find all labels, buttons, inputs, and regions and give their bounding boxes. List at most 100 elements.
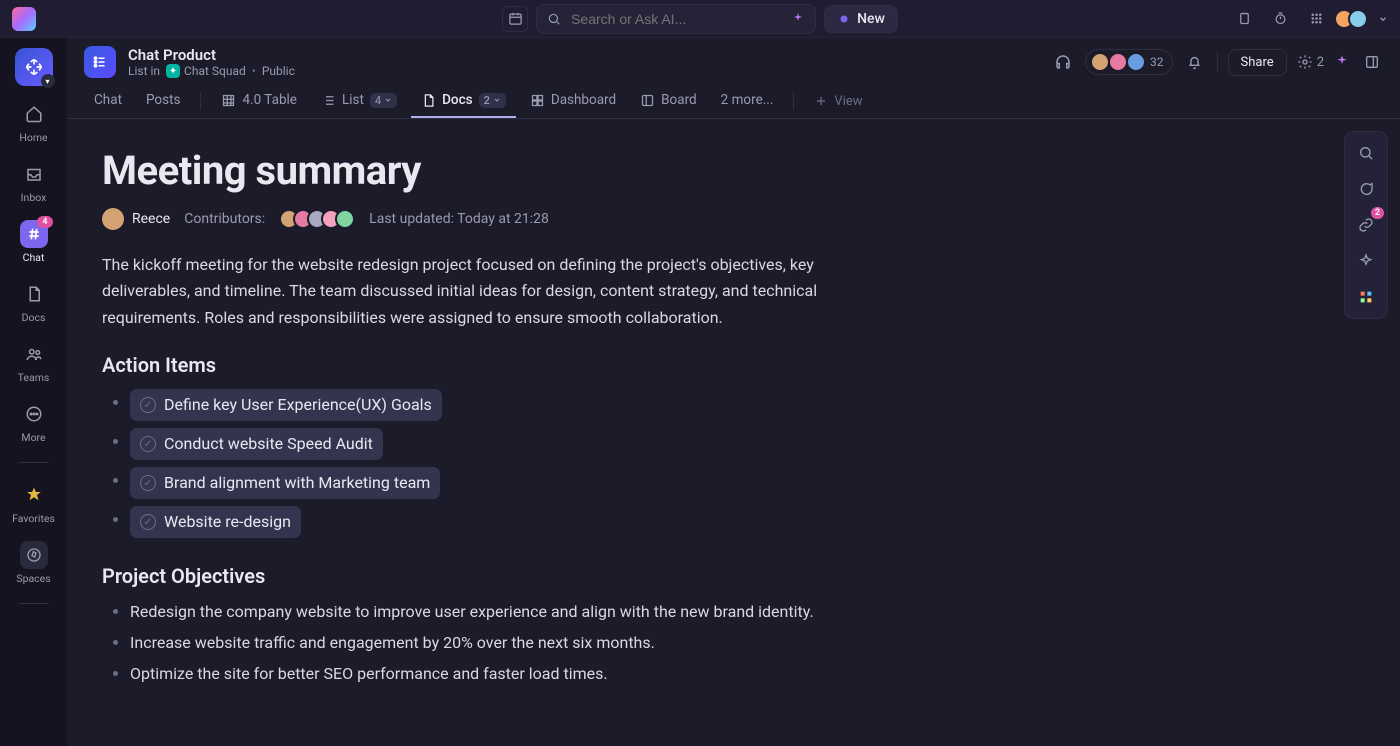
- nav-label: Home: [19, 131, 47, 144]
- rail-apps-icon[interactable]: [1351, 282, 1381, 312]
- nav-label: Inbox: [21, 191, 47, 204]
- left-nav: ▾ Home Inbox 4 Chat Docs Teams More: [0, 38, 68, 746]
- list-item[interactable]: ✓Define key User Experience(UX) Goals: [130, 389, 854, 421]
- tab-docs-count: 2: [479, 93, 506, 108]
- rail-search-icon[interactable]: [1351, 138, 1381, 168]
- tab-more[interactable]: 2 more...: [711, 84, 784, 118]
- new-button-label: New: [857, 11, 885, 27]
- doc-author[interactable]: Reece: [102, 208, 170, 230]
- share-button[interactable]: Share: [1228, 49, 1287, 76]
- ai-chip[interactable]: 2: [1297, 54, 1324, 70]
- apps-grid-icon[interactable]: [1304, 6, 1330, 32]
- plus-sparkle-icon: [837, 12, 851, 26]
- star-icon: [25, 486, 43, 504]
- tab-posts[interactable]: Posts: [136, 84, 190, 118]
- nav-badge: 4: [37, 216, 52, 228]
- clipboard-icon[interactable]: [1232, 6, 1258, 32]
- avatar: [1090, 52, 1110, 72]
- teams-icon: [25, 345, 43, 363]
- nav-item-more[interactable]: More: [9, 394, 59, 450]
- list-title[interactable]: Chat Product: [128, 46, 295, 64]
- sparkle-icon[interactable]: [1334, 54, 1350, 70]
- list-item[interactable]: Increase website traffic and engagement …: [130, 631, 854, 655]
- rail-comment-icon[interactable]: [1351, 174, 1381, 204]
- list-in-label: List in: [128, 64, 160, 78]
- dashboard-icon: [530, 93, 545, 108]
- topbar-avatar-group[interactable]: [1340, 9, 1368, 29]
- compass-icon: [26, 547, 42, 563]
- check-icon[interactable]: ✓: [140, 475, 156, 491]
- doc-summary[interactable]: The kickoff meeting for the website rede…: [102, 252, 854, 331]
- headphones-icon[interactable]: [1051, 50, 1075, 74]
- task-chip[interactable]: ✓Website re-design: [130, 506, 301, 538]
- nav-label: Chat: [23, 251, 45, 264]
- tab-list[interactable]: List 4: [311, 84, 407, 118]
- tab-dashboard[interactable]: Dashboard: [520, 84, 626, 118]
- document-scroll[interactable]: Meeting summary Reece Contributors: L: [68, 119, 1400, 746]
- topbar: New: [0, 0, 1400, 38]
- list-titles: Chat Product List in ✦ Chat Squad • Publ…: [128, 46, 295, 78]
- avatar: [335, 209, 355, 229]
- squad-icon: ✦: [166, 64, 180, 78]
- action-items-heading[interactable]: Action Items: [102, 353, 854, 377]
- board-icon: [640, 93, 655, 108]
- doc-icon: [421, 93, 436, 108]
- tab-docs[interactable]: Docs 2: [411, 84, 516, 118]
- check-icon[interactable]: ✓: [140, 514, 156, 530]
- task-chip[interactable]: ✓Brand alignment with Marketing team: [130, 467, 440, 499]
- nav-item-chat[interactable]: 4 Chat: [9, 214, 59, 270]
- task-chip[interactable]: ✓Conduct website Speed Audit: [130, 428, 383, 460]
- last-updated: Last updated: Today at 21:28: [369, 211, 549, 227]
- tab-board[interactable]: Board: [630, 84, 707, 118]
- panel-icon[interactable]: [1360, 50, 1384, 74]
- tab-table[interactable]: 4.0 Table: [211, 84, 307, 118]
- viewer-count: 32: [1150, 55, 1164, 69]
- list-item[interactable]: ✓Website re-design: [130, 506, 854, 538]
- tabs-bar: Chat Posts 4.0 Table List 4 Docs 2 Dashb…: [68, 84, 1400, 119]
- workspace-switcher[interactable]: ▾: [15, 48, 53, 86]
- plus-icon: [814, 94, 828, 108]
- check-icon[interactable]: ✓: [140, 397, 156, 413]
- list-icon[interactable]: [84, 46, 116, 78]
- timer-icon[interactable]: [1268, 6, 1294, 32]
- rail-link-icon[interactable]: 2: [1351, 210, 1381, 240]
- bell-icon[interactable]: [1183, 50, 1207, 74]
- nav-item-home[interactable]: Home: [9, 94, 59, 150]
- nav-item-inbox[interactable]: Inbox: [9, 154, 59, 210]
- viewer-avatars[interactable]: 32: [1085, 49, 1173, 75]
- nav-item-spaces[interactable]: Spaces: [9, 535, 59, 591]
- doc-title[interactable]: Meeting summary: [102, 147, 854, 194]
- list-item[interactable]: Optimize the site for better SEO perform…: [130, 662, 854, 686]
- nav-item-teams[interactable]: Teams: [9, 334, 59, 390]
- chevron-down-icon: ▾: [41, 74, 55, 88]
- sparkle-icon: [791, 12, 805, 26]
- nav-item-docs[interactable]: Docs: [9, 274, 59, 330]
- new-button[interactable]: New: [824, 5, 898, 33]
- inbox-icon: [25, 165, 43, 183]
- right-rail: 2: [1344, 131, 1388, 319]
- list-item[interactable]: ✓Conduct website Speed Audit: [130, 428, 854, 460]
- squad-chip[interactable]: ✦ Chat Squad: [166, 64, 246, 78]
- brand-logo[interactable]: [12, 7, 36, 31]
- hash-icon: [26, 226, 42, 242]
- search-bar[interactable]: [536, 4, 816, 34]
- tab-chat[interactable]: Chat: [84, 84, 132, 118]
- contributors-avatars[interactable]: [279, 209, 355, 229]
- avatar: [1108, 52, 1128, 72]
- list-item[interactable]: Redesign the company website to improve …: [130, 600, 854, 624]
- nav-item-favorites[interactable]: Favorites: [9, 475, 59, 531]
- chevron-down-icon[interactable]: [1378, 14, 1388, 24]
- nav-label: Favorites: [12, 512, 55, 525]
- home-icon: [25, 105, 43, 123]
- check-icon[interactable]: ✓: [140, 436, 156, 452]
- task-chip[interactable]: ✓Define key User Experience(UX) Goals: [130, 389, 442, 421]
- objectives-heading[interactable]: Project Objectives: [102, 564, 854, 588]
- rail-ai-icon[interactable]: [1351, 246, 1381, 276]
- add-view-button[interactable]: View: [804, 86, 872, 117]
- table-icon: [221, 93, 236, 108]
- calendar-icon[interactable]: [502, 6, 528, 32]
- avatar: [1348, 9, 1368, 29]
- search-input[interactable]: [569, 10, 783, 28]
- search-icon: [547, 12, 561, 26]
- list-item[interactable]: ✓Brand alignment with Marketing team: [130, 467, 854, 499]
